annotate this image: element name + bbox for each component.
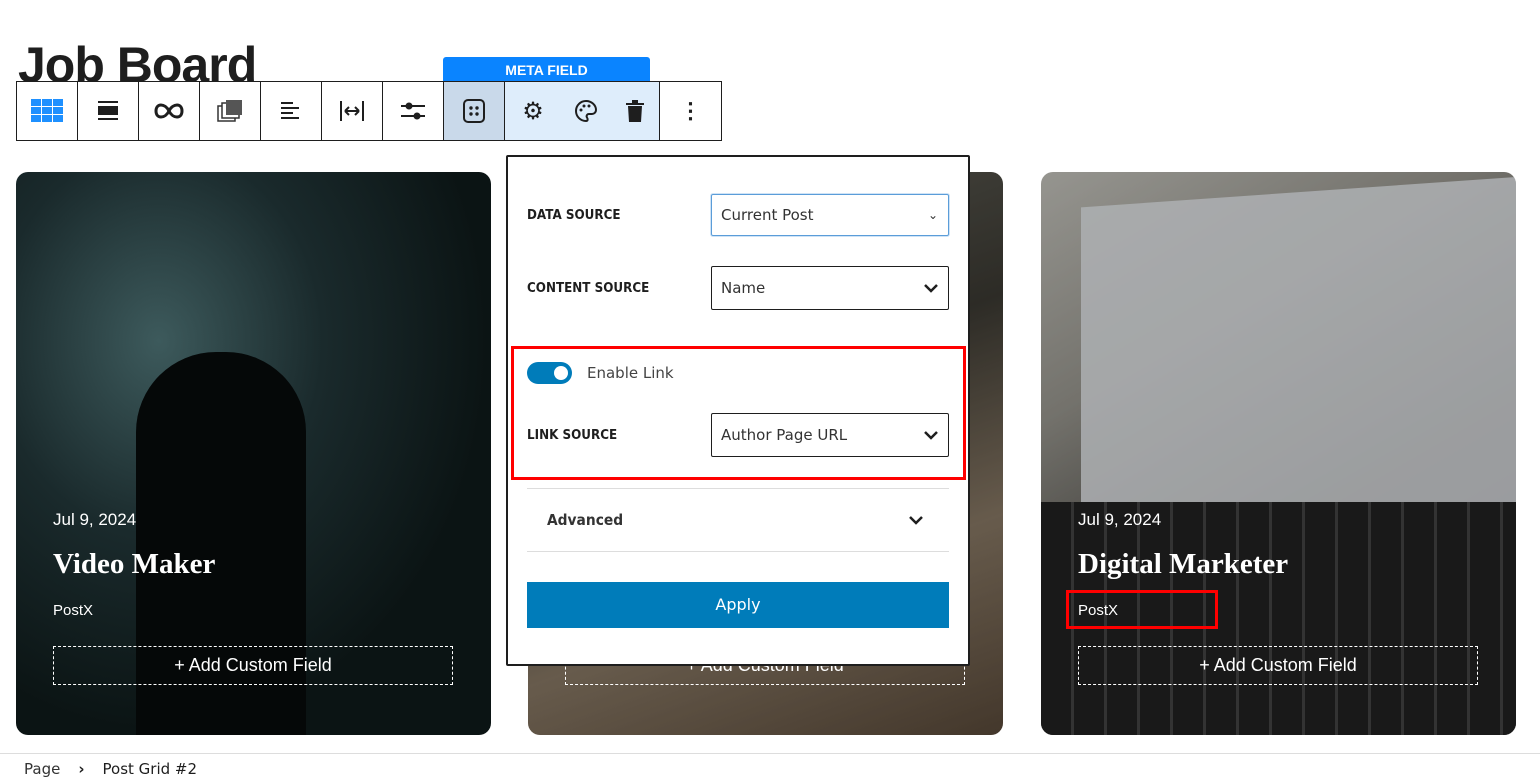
link-source-value: Author Page URL [721,426,848,444]
breadcrumb-post-grid[interactable]: Post Grid #2 [103,760,198,778]
link-button[interactable] [139,82,200,140]
meta-field-popup: DATA SOURCE Current Post ⌄ CONTENT SOURCE… [506,155,970,666]
delete-button[interactable] [610,82,659,140]
post-card[interactable]: Jul 9, 2024 Digital Marketer PostX + Add… [1041,172,1516,735]
advanced-toggle[interactable]: Advanced [527,488,949,552]
meta-field-actions: ⚙ [505,82,660,140]
more-icon: ⋮ [679,98,702,123]
content-source-value: Name [721,279,766,297]
content-source-select[interactable]: Name [711,266,949,310]
breadcrumb: Page › Post Grid #2 [0,753,1540,783]
trash-icon [625,100,644,122]
link-source-label: LINK SOURCE [527,427,618,443]
meta-field-icon [463,99,485,123]
gallery-button[interactable] [200,82,261,140]
post-title[interactable]: Digital Marketer [1078,548,1288,581]
data-source-value: Current Post [721,206,814,224]
post-date: Jul 9, 2024 [1078,510,1162,529]
advanced-label: Advanced [547,511,624,529]
content-source-label: CONTENT SOURCE [527,280,650,296]
data-source-select[interactable]: Current Post ⌄ [711,194,949,236]
chevron-right-icon: › [78,759,85,778]
settings-button[interactable]: ⚙ [505,82,561,140]
chevron-down-icon [924,283,938,293]
breadcrumb-page[interactable]: Page [24,760,60,778]
sliders-icon [401,102,425,120]
meta-field-button[interactable] [444,82,505,140]
enable-link-toggle[interactable] [527,362,572,384]
palette-icon [574,100,597,122]
data-source-label: DATA SOURCE [527,207,621,223]
enable-link-label: Enable Link [587,364,674,382]
highlight-author [1066,590,1218,629]
post-card[interactable]: Jul 9, 2024 Video Maker PostX + Add Cust… [16,172,491,735]
chevron-down-icon: ⌄ [927,208,938,222]
link-source-select[interactable]: Author Page URL [711,413,949,457]
block-toolbar: ⚙ ⋮ [16,81,722,141]
more-options-button[interactable]: ⋮ [660,82,721,140]
link-icon [154,103,184,119]
width-button[interactable] [322,82,383,140]
meta-field-label: META FIELD [443,57,650,82]
style-button[interactable] [561,82,610,140]
align-full-icon [98,101,118,120]
post-author[interactable]: PostX [53,602,93,619]
post-grid-button[interactable] [17,82,78,140]
align-left-icon [281,102,299,119]
chevron-down-icon [924,430,938,440]
align-left-button[interactable] [261,82,322,140]
post-title[interactable]: Video Maker [53,548,215,581]
width-icon [340,101,364,121]
gallery-icon [217,100,242,122]
align-full-button[interactable] [78,82,139,140]
apply-button[interactable]: Apply [527,582,949,628]
chevron-down-icon [909,515,923,525]
gear-icon: ⚙ [522,97,544,125]
post-date: Jul 9, 2024 [53,510,137,529]
add-custom-field-button[interactable]: + Add Custom Field [1078,646,1478,685]
settings-sliders-button[interactable] [383,82,444,140]
grid-icon [31,99,63,122]
add-custom-field-button[interactable]: + Add Custom Field [53,646,453,685]
